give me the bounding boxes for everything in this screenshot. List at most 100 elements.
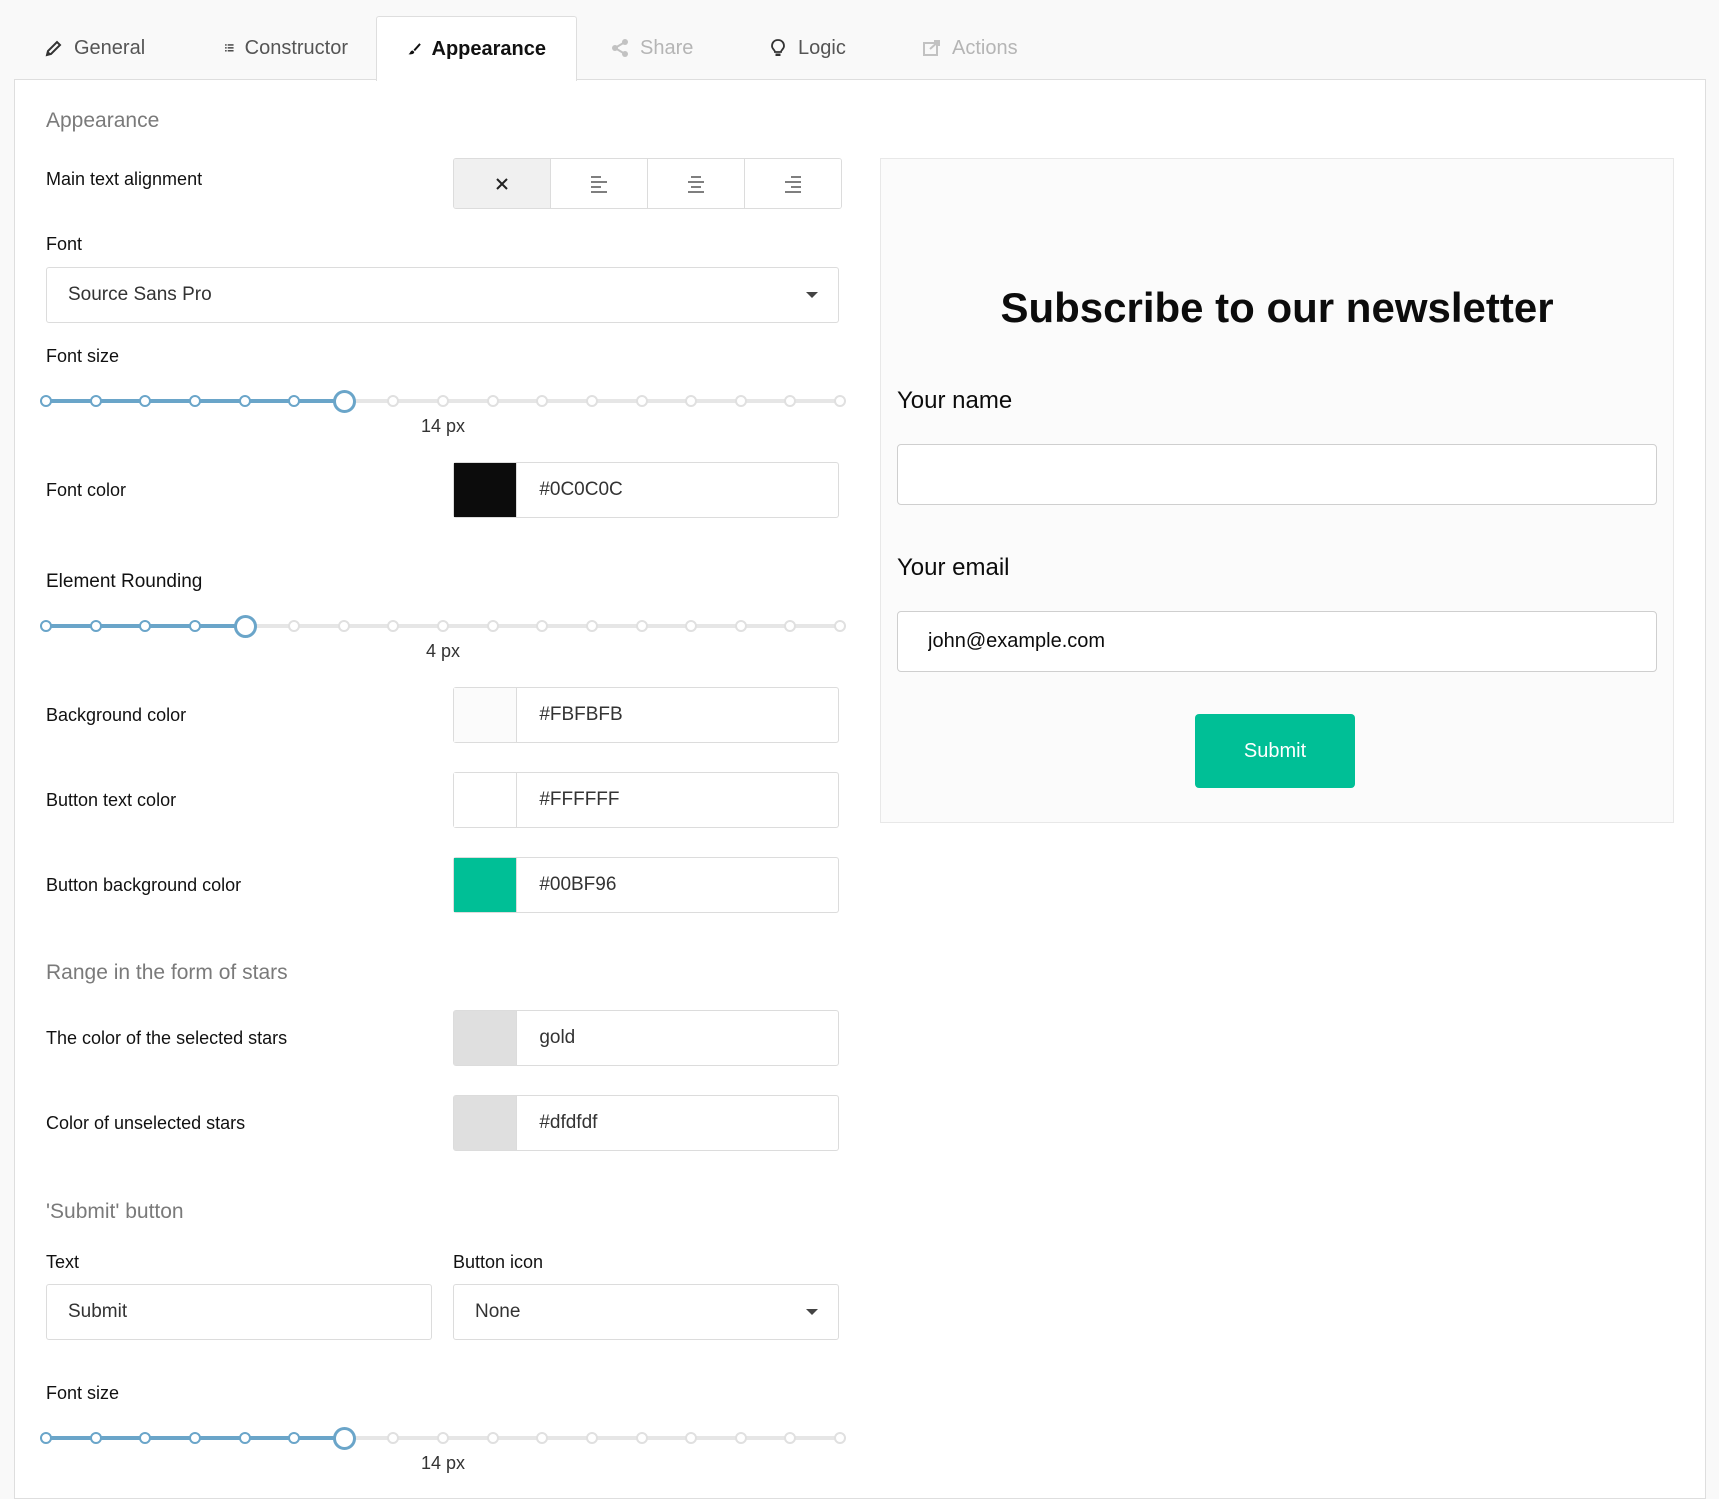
- slider-step-dot[interactable]: [387, 620, 400, 632]
- slider-handle[interactable]: [233, 615, 257, 638]
- slider-step-dot[interactable]: [188, 620, 201, 632]
- slider-step-dot[interactable]: [238, 1432, 251, 1444]
- slider-step-dot[interactable]: [635, 1432, 648, 1444]
- slider-step-dot[interactable]: [188, 395, 201, 407]
- preview-submit-button[interactable]: Submit: [1195, 714, 1355, 788]
- unselected-stars-swatch[interactable]: [454, 1096, 518, 1150]
- slider-step-dot[interactable]: [40, 1432, 52, 1444]
- button-text-color-swatch[interactable]: [454, 773, 518, 827]
- background-color-swatch[interactable]: [454, 688, 518, 742]
- chevron-down-icon: [806, 1309, 818, 1315]
- slider-step-dot[interactable]: [387, 1432, 400, 1444]
- slider-step-dot[interactable]: [585, 620, 598, 632]
- share-icon: [612, 39, 628, 57]
- slider-step-dot[interactable]: [40, 395, 52, 407]
- unselected-stars-color-input[interactable]: [517, 1096, 838, 1150]
- button-icon-select[interactable]: None: [453, 1284, 839, 1340]
- slider-step-dot[interactable]: [486, 620, 499, 632]
- element-rounding-label: Element Rounding: [46, 571, 203, 592]
- slider-step-dot[interactable]: [337, 620, 350, 632]
- slider-step-dot[interactable]: [685, 395, 698, 407]
- slider-step-dot[interactable]: [734, 1432, 747, 1444]
- align-left-button[interactable]: [551, 159, 648, 208]
- button-text-color-input[interactable]: [517, 773, 838, 827]
- button-bg-color-swatch[interactable]: [454, 858, 518, 912]
- slider-step-dot[interactable]: [536, 1432, 549, 1444]
- slider-step-dot[interactable]: [784, 1432, 797, 1444]
- element-rounding-slider[interactable]: [40, 614, 846, 638]
- slider-step-dot[interactable]: [536, 395, 549, 407]
- export-icon: [923, 40, 940, 56]
- tab-actions-label: Actions: [952, 36, 1018, 59]
- slider-step-dot[interactable]: [387, 395, 400, 407]
- unselected-stars-color-field: [453, 1095, 839, 1151]
- slider-step-dot[interactable]: [685, 1432, 698, 1444]
- button-icon-select-value: None: [475, 1301, 521, 1322]
- appearance-section-title: Appearance: [46, 109, 160, 132]
- slider-step-dot[interactable]: [188, 1432, 201, 1444]
- align-center-button[interactable]: [648, 159, 745, 208]
- tab-general[interactable]: General: [14, 16, 184, 80]
- slider-step-dot[interactable]: [437, 395, 449, 407]
- slider-step-dot[interactable]: [288, 1432, 301, 1444]
- slider-step-dot[interactable]: [89, 1432, 102, 1444]
- tab-constructor[interactable]: Constructor: [194, 16, 378, 80]
- slider-step-dot[interactable]: [585, 1432, 598, 1444]
- slider-step-dot[interactable]: [238, 395, 251, 407]
- align-right-button[interactable]: [745, 159, 841, 208]
- slider-step-dot[interactable]: [685, 620, 698, 632]
- font-select[interactable]: Source Sans Pro: [46, 267, 839, 323]
- slider-handle[interactable]: [332, 390, 356, 413]
- preview-title: Subscribe to our newsletter: [1000, 284, 1554, 331]
- slider-step-dot[interactable]: [139, 395, 152, 407]
- slider-step-dot[interactable]: [89, 395, 102, 407]
- slider-step-dot[interactable]: [834, 395, 846, 407]
- align-none-button[interactable]: [454, 159, 551, 208]
- slider-step-dot[interactable]: [89, 620, 102, 632]
- font-size-slider[interactable]: [40, 389, 846, 413]
- slider-handle[interactable]: [332, 1427, 356, 1450]
- preview-email-input[interactable]: [897, 611, 1657, 672]
- selected-stars-color-input[interactable]: [517, 1011, 838, 1065]
- button-bg-color-field: [453, 857, 839, 913]
- slider-step-dot[interactable]: [139, 1432, 152, 1444]
- submit-text-label: Text: [46, 1252, 80, 1272]
- tab-appearance[interactable]: Appearance: [376, 16, 577, 81]
- slider-step-dot[interactable]: [585, 395, 598, 407]
- align-left-icon: [591, 175, 607, 193]
- submit-font-size-slider[interactable]: [40, 1426, 846, 1450]
- selected-stars-swatch[interactable]: [454, 1011, 518, 1065]
- tab-logic[interactable]: Logic: [738, 16, 888, 80]
- button-text-color-field: [453, 772, 839, 828]
- selected-stars-color-label: The color of the selected stars: [46, 1028, 288, 1048]
- slider-step-dot[interactable]: [139, 620, 152, 632]
- element-rounding-value: 4 px: [425, 641, 461, 661]
- slider-step-dot[interactable]: [834, 620, 846, 632]
- font-size-value: 14 px: [420, 416, 466, 436]
- background-color-input[interactable]: [517, 688, 838, 742]
- font-color-input[interactable]: [517, 463, 838, 517]
- font-color-swatch[interactable]: [454, 463, 518, 517]
- slider-step-dot[interactable]: [784, 620, 797, 632]
- slider-step-dot[interactable]: [734, 395, 747, 407]
- slider-step-dot[interactable]: [437, 620, 449, 632]
- slider-step-dot[interactable]: [288, 395, 301, 407]
- slider-step-dot[interactable]: [486, 1432, 499, 1444]
- selected-stars-color-field: [453, 1010, 839, 1066]
- button-bg-color-input[interactable]: [517, 858, 838, 912]
- slider-step-dot[interactable]: [40, 620, 52, 632]
- submit-text-input[interactable]: [46, 1284, 432, 1340]
- tab-actions[interactable]: Actions: [892, 16, 1072, 80]
- slider-step-dot[interactable]: [486, 395, 499, 407]
- slider-step-dot[interactable]: [635, 395, 648, 407]
- preview-name-input[interactable]: [897, 444, 1657, 505]
- align-center-icon: [688, 175, 704, 193]
- slider-step-dot[interactable]: [834, 1432, 846, 1444]
- slider-step-dot[interactable]: [734, 620, 747, 632]
- slider-step-dot[interactable]: [288, 620, 301, 632]
- slider-step-dot[interactable]: [437, 1432, 449, 1444]
- tab-share[interactable]: Share: [580, 16, 730, 80]
- slider-step-dot[interactable]: [635, 620, 648, 632]
- slider-step-dot[interactable]: [536, 620, 549, 632]
- slider-step-dot[interactable]: [784, 395, 797, 407]
